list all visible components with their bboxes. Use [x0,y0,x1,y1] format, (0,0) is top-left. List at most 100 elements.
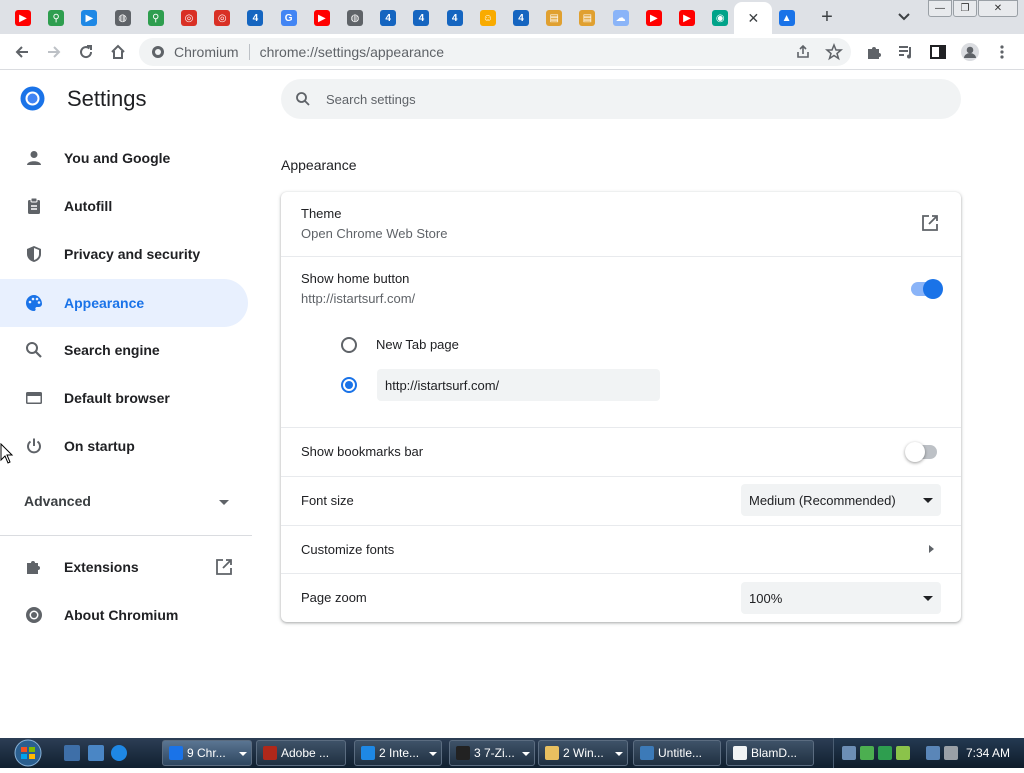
browser-tab[interactable]: 4 [506,4,536,32]
new-tab-button[interactable]: + [815,5,839,29]
browser-tab[interactable]: ◎ [174,4,204,32]
browser-tab[interactable]: ▶ [307,4,337,32]
sidebar-item-extensions[interactable]: Extensions [0,543,248,591]
reload-icon [80,45,93,59]
customize-fonts-row[interactable]: Customize fonts [281,526,961,573]
search-icon [296,92,310,106]
sidebar-item-autofill[interactable]: Autofill [0,182,248,230]
share-icon[interactable] [795,44,811,60]
restore-button[interactable]: ❐ [953,0,977,17]
tray-app-icon[interactable] [878,746,892,760]
media-controls-button[interactable] [894,40,918,64]
taskbar-button[interactable]: 2 Inte... [354,740,442,766]
browser-tab[interactable]: ◍ [340,4,370,32]
browser-tab[interactable]: ✕ [734,2,773,34]
chromium-logo-icon [20,86,45,111]
minimize-button[interactable]: — [928,0,952,17]
browser-tab[interactable]: 4 [406,4,436,32]
browser-tab[interactable]: ▶ [74,4,104,32]
show-desktop-icon[interactable] [64,745,80,761]
browser-tab[interactable]: ◉ [705,4,735,32]
browser-tab[interactable]: ☁ [606,4,636,32]
new-tab-page-radio[interactable] [341,337,357,353]
taskbar-button[interactable]: BlamD... [726,740,814,766]
tray-app-icon[interactable] [860,746,874,760]
browser-tab[interactable]: ⚲ [141,4,171,32]
sidebar-item-about-chromium[interactable]: About Chromium [0,591,248,639]
browser-tab[interactable]: ▤ [539,4,569,32]
browser-tab[interactable]: ⚲ [41,4,71,32]
browser-tab[interactable]: ▤ [572,4,602,32]
menu-button[interactable] [990,40,1014,64]
new-tab-page-label: New Tab page [376,337,459,352]
search-settings-field[interactable]: Search settings [281,79,961,119]
taskbar-button[interactable]: 2 Win... [538,740,628,766]
browser-tab[interactable]: ▶ [8,4,38,32]
taskbar-button[interactable]: Adobe ... [256,740,346,766]
tab-search-button[interactable] [894,7,914,27]
shield-icon [24,244,44,264]
profile-button[interactable] [958,40,982,64]
person-icon [24,148,44,168]
side-panel-button[interactable] [926,40,950,64]
forward-button[interactable] [42,40,66,64]
page-title: Settings [67,86,147,111]
browser-tab[interactable]: ◎ [207,4,237,32]
browser-tab[interactable]: 4 [240,4,270,32]
switch-windows-icon[interactable] [88,745,104,761]
volume-muted-icon[interactable] [944,746,958,760]
windows-taskbar: 9 Chr... Adobe ... 2 Inte... 3 7-Zi... 2 Win… [0,738,1024,768]
number-four-icon: 4 [446,10,463,26]
close-window-button[interactable]: ✕ [978,0,1018,17]
open-in-new-icon[interactable] [921,214,939,237]
theme-title: Theme [301,206,342,221]
network-icon[interactable] [926,746,940,760]
taskbar-button-label: 9 Chr... [187,746,226,760]
taskbar-button[interactable]: 9 Chr... [162,740,252,766]
extensions-button[interactable] [862,40,886,64]
taskbar-button-label: BlamD... [751,746,798,760]
browser-tab[interactable]: 4 [440,4,470,32]
adobe-flash-icon [263,746,277,760]
internet-explorer-icon[interactable] [111,745,127,761]
advanced-section-toggle[interactable]: Advanced [24,493,91,509]
number-four-icon: 4 [513,10,529,26]
sidebar-item-label: Appearance [64,295,145,311]
browser-tab[interactable]: ▶ [639,4,669,32]
home-button[interactable] [106,40,130,64]
sidebar-item-privacy-and-security[interactable]: Privacy and security [0,230,248,278]
bookmark-star-icon[interactable] [825,43,843,61]
browser-tab[interactable]: ☺ [473,4,503,32]
reload-button[interactable] [74,40,98,64]
clock[interactable]: 7:34 AM [966,746,1010,760]
browser-tab[interactable]: G [274,4,304,32]
taskbar-button[interactable]: 3 7-Zi... [449,740,535,766]
home-icon [111,44,125,59]
browser-tab[interactable]: ◍ [108,4,138,32]
close-icon: ✕ [747,9,760,26]
taskbar-button[interactable]: Untitle... [633,740,721,766]
tray-app-icon[interactable] [842,746,856,760]
sidebar-item-on-startup[interactable]: On startup [0,422,248,470]
sidebar-item-default-browser[interactable]: Default browser [0,374,248,422]
bookmarks-bar-toggle[interactable] [905,442,937,462]
browser-tab[interactable]: 4 [373,4,403,32]
home-button-toggle[interactable] [911,279,943,299]
back-button[interactable] [10,40,34,64]
teal-ring-icon: ◉ [712,10,729,26]
custom-url-input[interactable]: http://istartsurf.com/ [377,369,660,401]
theme-row[interactable]: Theme Open Chrome Web Store [281,192,961,256]
sidebar-item-appearance[interactable]: Appearance [0,279,248,327]
page-zoom-select[interactable]: 100% [741,582,941,614]
browser-tab[interactable]: ▶ [672,4,702,32]
tray-app-icon[interactable] [896,746,910,760]
clipboard-icon [24,196,44,216]
sidebar-item-you-and-google[interactable]: You and Google [0,134,248,182]
browser-tab[interactable]: ▲ [772,4,802,32]
custom-url-radio[interactable] [341,377,357,393]
sidebar-item-search-engine[interactable]: Search engine [0,326,248,374]
font-size-select[interactable]: Medium (Recommended) [741,484,941,516]
address-bar[interactable]: Chromium chrome://settings/appearance [139,38,851,66]
power-icon [24,436,44,456]
start-button[interactable] [8,738,48,768]
